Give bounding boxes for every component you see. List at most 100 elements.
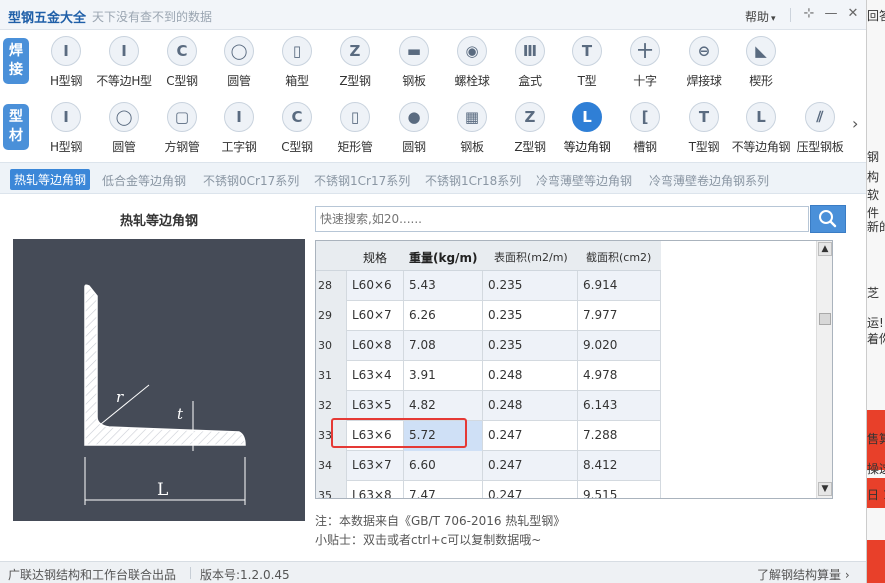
table-cell-surface[interactable]: 0.248 bbox=[483, 361, 578, 391]
profile-category-icon: ▯ bbox=[340, 102, 370, 132]
col-area-header[interactable]: 截面积(cm2) bbox=[586, 249, 651, 265]
weld-category-item[interactable]: T T型 bbox=[557, 36, 617, 90]
search-field[interactable] bbox=[315, 206, 809, 232]
weld-category-item[interactable]: Z Z型钢 bbox=[325, 36, 385, 90]
table-cell-spec[interactable]: L60×6 bbox=[347, 271, 404, 301]
subtab-item[interactable]: 不锈钢1Cr18系列 bbox=[425, 172, 521, 189]
table-cell-surface[interactable]: 0.248 bbox=[483, 391, 578, 421]
subtab-item[interactable]: 不锈钢1Cr17系列 bbox=[314, 172, 410, 189]
profile-category-item[interactable]: ▯ 矩形管 bbox=[325, 102, 385, 156]
table-cell-spec[interactable]: L60×7 bbox=[347, 301, 404, 331]
col-spec-header[interactable]: 规格 bbox=[363, 249, 387, 266]
weld-category-item[interactable]: 十十字 bbox=[615, 36, 675, 90]
weld-category-item[interactable]: Ⅲ 盒式 bbox=[500, 36, 560, 90]
table-cell-area[interactable]: 8.412 bbox=[578, 451, 661, 481]
pin-icon[interactable]: ⊹ bbox=[801, 6, 817, 22]
table-cell-weight[interactable]: 4.82 bbox=[404, 391, 483, 421]
help-menu[interactable]: 帮助 ▾ bbox=[745, 8, 776, 25]
weld-category-item[interactable]: I H型钢 bbox=[36, 36, 96, 90]
table-cell-surface[interactable]: 0.247 bbox=[483, 451, 578, 481]
profile-category-item[interactable]: I 工字钢 bbox=[209, 102, 269, 156]
profile-category-label: 等边角钢 bbox=[563, 140, 611, 154]
label-r: r bbox=[116, 388, 124, 406]
table-cell-spec[interactable]: L63×8 bbox=[347, 481, 404, 498]
table-cell-spec[interactable]: L60×8 bbox=[347, 331, 404, 361]
table-row[interactable]: 34 L63×7 6.60 0.247 8.412 bbox=[316, 451, 661, 481]
table-cell-weight[interactable]: 6.60 bbox=[404, 451, 483, 481]
col-weight-header[interactable]: 重量(kg/m) bbox=[409, 249, 477, 266]
profile-category-icon: ◯ bbox=[109, 102, 139, 132]
scroll-right-icon[interactable]: › bbox=[852, 114, 858, 133]
weld-category-item[interactable]: ⊖ 焊接球 bbox=[674, 36, 734, 90]
table-row[interactable]: 30 L60×8 7.08 0.235 9.020 bbox=[316, 331, 661, 361]
table-cell-spec[interactable]: L63×4 bbox=[347, 361, 404, 391]
table-cell-surface[interactable]: 0.235 bbox=[483, 301, 578, 331]
profile-category-icon: ▢ bbox=[167, 102, 197, 132]
table-cell-area[interactable]: 7.977 bbox=[578, 301, 661, 331]
table-row[interactable]: 29 L60×7 6.26 0.235 7.977 bbox=[316, 301, 661, 331]
table-cell-weight[interactable]: 7.47 bbox=[404, 481, 483, 498]
table-cell-weight[interactable]: 5.43 bbox=[404, 271, 483, 301]
profile-category-icon: L bbox=[572, 102, 602, 132]
profile-category-label: 方钢管 bbox=[164, 140, 200, 154]
subtab-item[interactable]: 冷弯薄壁卷边角钢系列 bbox=[649, 172, 769, 189]
weld-category-item[interactable]: ◉ 螺栓球 bbox=[442, 36, 502, 90]
table-row[interactable]: 32 L63×5 4.82 0.248 6.143 bbox=[316, 391, 661, 421]
weld-category-label: Z型钢 bbox=[339, 74, 371, 88]
table-cell-weight[interactable]: 6.26 bbox=[404, 301, 483, 331]
table-cell-surface[interactable]: 0.235 bbox=[483, 271, 578, 301]
table-cell-area[interactable]: 9.020 bbox=[578, 331, 661, 361]
subtab-item[interactable]: 低合金等边角钢 bbox=[102, 172, 186, 189]
weld-category-icon: Ⅲ bbox=[515, 36, 545, 66]
subtab-item[interactable]: 冷弯薄壁等边角钢 bbox=[536, 172, 632, 189]
scroll-down-icon[interactable]: ▼ bbox=[818, 482, 832, 496]
learn-more-link[interactable]: 了解钢结构算量 › bbox=[757, 566, 850, 583]
profile-category-item[interactable]: L 不等边角钢 bbox=[731, 102, 791, 156]
weld-category-item[interactable]: ◯ 圆管 bbox=[209, 36, 269, 90]
table-cell-weight[interactable]: 7.08 bbox=[404, 331, 483, 361]
section-diagram: r t L bbox=[13, 239, 305, 521]
close-button[interactable]: ✕ bbox=[845, 6, 861, 22]
profile-category-item[interactable]: ⫽ 压型钢板 bbox=[790, 102, 850, 156]
table-scrollbar[interactable]: ▲ ▼ bbox=[816, 241, 832, 498]
profile-category-item[interactable]: ◯ 圆管 bbox=[94, 102, 154, 156]
table-row[interactable]: 31 L63×4 3.91 0.248 4.978 bbox=[316, 361, 661, 391]
profile-category-item[interactable]: Z Z型钢 bbox=[500, 102, 560, 156]
table-cell-surface[interactable]: 0.247 bbox=[483, 421, 578, 451]
scroll-thumb[interactable] bbox=[819, 313, 831, 325]
profile-category-item[interactable]: L 等边角钢 bbox=[557, 102, 617, 156]
profile-category-item[interactable]: ▢ 方钢管 bbox=[152, 102, 212, 156]
weld-category-item[interactable]: ◣ 楔形 bbox=[731, 36, 791, 90]
table-cell-area[interactable]: 7.288 bbox=[578, 421, 661, 451]
minimize-button[interactable]: — bbox=[823, 6, 839, 22]
table-cell-weight[interactable]: 3.91 bbox=[404, 361, 483, 391]
subcategory-tabs: 热轧等边角钢 低合金等边角钢 不锈钢0Cr17系列 不锈钢1Cr17系列 不锈钢1Cr1… bbox=[0, 162, 866, 194]
table-cell-surface[interactable]: 0.235 bbox=[483, 331, 578, 361]
subtab-item[interactable]: 热轧等边角钢 bbox=[10, 169, 91, 190]
weld-category-item[interactable]: C C型钢 bbox=[152, 36, 212, 90]
weld-category-item[interactable]: I 不等边H型 bbox=[94, 36, 154, 90]
table-cell-area[interactable]: 4.978 bbox=[578, 361, 661, 391]
search-input[interactable] bbox=[320, 212, 804, 226]
subtab-item[interactable]: 不锈钢0Cr17系列 bbox=[203, 172, 299, 189]
table-cell-spec[interactable]: L63×7 bbox=[347, 451, 404, 481]
profile-category-item[interactable]: [槽钢 bbox=[615, 102, 675, 156]
weld-category-label: 箱型 bbox=[285, 74, 309, 88]
table-cell-area[interactable]: 9.515 bbox=[578, 481, 661, 498]
profile-category-item[interactable]: I H型钢 bbox=[36, 102, 96, 156]
table-cell-spec[interactable]: L63×5 bbox=[347, 391, 404, 421]
scroll-up-icon[interactable]: ▲ bbox=[818, 242, 832, 256]
table-row[interactable]: 35 L63×8 7.47 0.247 9.515 bbox=[316, 481, 661, 498]
weld-category-item[interactable]: ▯ 箱型 bbox=[267, 36, 327, 90]
search-button[interactable] bbox=[810, 205, 846, 233]
profile-category-item[interactable]: ▦ 钢板 bbox=[442, 102, 502, 156]
table-cell-area[interactable]: 6.914 bbox=[578, 271, 661, 301]
table-cell-area[interactable]: 6.143 bbox=[578, 391, 661, 421]
profile-category-item[interactable]: T T型钢 bbox=[674, 102, 734, 156]
table-row[interactable]: 28 L60×6 5.43 0.235 6.914 bbox=[316, 271, 661, 301]
profile-category-item[interactable]: ● 圆钢 bbox=[384, 102, 444, 156]
col-surface-header[interactable]: 表面积(m2/m) bbox=[494, 249, 568, 265]
profile-category-item[interactable]: C C型钢 bbox=[267, 102, 327, 156]
table-cell-surface[interactable]: 0.247 bbox=[483, 481, 578, 498]
weld-category-item[interactable]: ▬ 钢板 bbox=[384, 36, 444, 90]
